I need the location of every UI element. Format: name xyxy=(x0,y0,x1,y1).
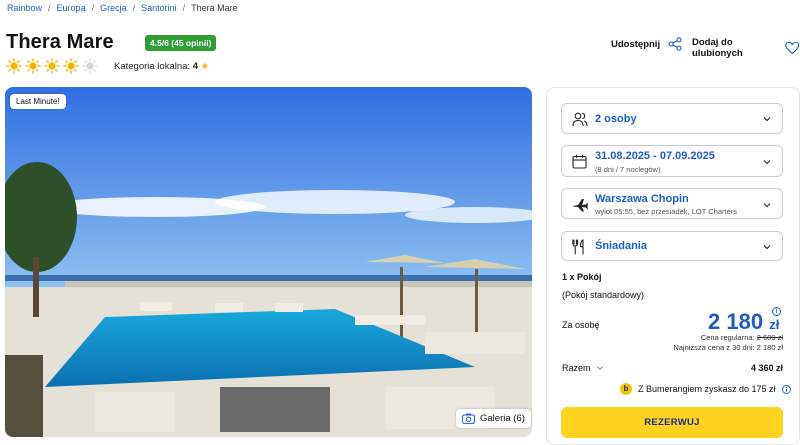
price-value: 2 180 xyxy=(708,309,764,334)
share-button[interactable]: Udostępnij xyxy=(611,37,682,51)
hotel-photo[interactable] xyxy=(5,87,532,437)
bumerang-text: Z Bumerangiem zyskasz do 175 zł xyxy=(638,384,776,394)
sun-icon xyxy=(6,58,22,74)
board-value: Śniadania xyxy=(595,240,647,252)
lowest-price-value: 2 180 zł xyxy=(756,343,783,352)
guests-select[interactable]: 2 osoby xyxy=(561,103,783,134)
dates-select[interactable]: 31.08.2025 - 07.09.2025 (8 dni / 7 nocle… xyxy=(561,145,783,177)
room-type: (Pokój standardowy) xyxy=(562,290,645,300)
airport-value: Warszawa Chopin xyxy=(595,193,689,205)
star-icon: ★ xyxy=(200,61,210,72)
breadcrumb-separator: / xyxy=(132,3,136,13)
room-count: 1 x Pokój xyxy=(562,272,602,282)
regular-price: Cena regularna: 2 680 zł xyxy=(701,333,783,342)
breadcrumb-separator: / xyxy=(91,3,95,13)
chevron-down-icon xyxy=(763,203,771,208)
gallery-label: Galeria (6) xyxy=(480,413,525,424)
total-toggle[interactable]: Razem xyxy=(562,363,604,373)
hotel-photo-illustration xyxy=(5,87,532,437)
breadcrumb-current: Thera Mare xyxy=(191,3,238,13)
lowest-price: Najniższa cena z 30 dni: 2 180 zł xyxy=(673,343,783,352)
favorite-label: Dodaj do ulubionych xyxy=(692,37,743,59)
favorite-button[interactable]: Dodaj do ulubionych xyxy=(692,37,800,59)
lowest-price-label: Najniższa cena z 30 dni: xyxy=(673,343,755,352)
gallery-button[interactable]: Galeria (6) xyxy=(456,409,531,428)
total-price: 4 360 zł xyxy=(750,363,783,373)
price-per-person: 2 180 zł xyxy=(708,309,779,335)
hotel-title: Thera Mare xyxy=(6,31,114,53)
breadcrumb: Rainbow / Europa / Grecja / Santorini / … xyxy=(7,3,238,13)
dates-value: 31.08.2025 - 07.09.2025 xyxy=(595,150,715,162)
calendar-icon xyxy=(572,154,587,169)
price-currency: zł xyxy=(769,317,780,332)
info-icon[interactable]: i xyxy=(772,307,781,316)
breadcrumb-separator: / xyxy=(182,3,186,13)
per-person-label: Za osobę xyxy=(562,320,600,330)
share-label: Udostępnij xyxy=(611,38,661,50)
people-icon xyxy=(572,112,588,127)
sun-icon xyxy=(63,58,79,74)
info-icon[interactable] xyxy=(781,384,791,394)
plane-icon xyxy=(573,199,588,212)
sun-icon xyxy=(44,58,60,74)
sun-empty-icon xyxy=(82,58,98,74)
regular-price-label: Cena regularna: xyxy=(700,333,755,342)
camera-icon xyxy=(462,413,475,424)
last-minute-badge: Last Minute! xyxy=(10,94,66,109)
chevron-down-icon xyxy=(763,117,771,122)
local-category-value: 4 xyxy=(192,61,198,72)
airport-select[interactable]: Warszawa Chopin wylot 05:55, bez przesia… xyxy=(561,188,783,219)
airport-subtext: wylot 05:55, bez przesiadek, LOT Charter… xyxy=(595,207,738,216)
bumerang-logo: b xyxy=(620,383,632,395)
rating-badge[interactable]: 4.5/6 (45 opinii) xyxy=(145,35,217,51)
chevron-down-icon xyxy=(763,160,771,165)
heart-icon xyxy=(785,41,800,55)
sun-icon xyxy=(25,58,41,74)
regular-price-value: 2 680 zł xyxy=(756,333,783,342)
sun-rating xyxy=(6,58,98,74)
book-button[interactable]: REZERWUJ xyxy=(561,407,783,438)
bumerang-info: b Z Bumerangiem zyskasz do 175 zł xyxy=(620,383,791,395)
cutlery-icon xyxy=(572,239,584,255)
breadcrumb-link-santorini[interactable]: Santorini xyxy=(141,3,177,13)
dates-subtext: (8 dni / 7 noclegów) xyxy=(595,165,661,174)
share-icon xyxy=(668,37,682,51)
board-select[interactable]: Śniadania xyxy=(561,231,783,261)
breadcrumb-link-rainbow[interactable]: Rainbow xyxy=(7,3,42,13)
breadcrumb-link-europa[interactable]: Europa xyxy=(57,3,86,13)
breadcrumb-separator: / xyxy=(48,3,51,13)
guests-value: 2 osoby xyxy=(595,113,637,125)
chevron-down-icon xyxy=(763,245,771,250)
chevron-down-icon xyxy=(596,366,603,370)
local-category-label: Kategoria lokalna: xyxy=(114,61,191,72)
total-label: Razem xyxy=(562,363,591,373)
breadcrumb-link-grecja[interactable]: Grecja xyxy=(100,3,127,13)
local-category: Kategoria lokalna: 4 ★ xyxy=(114,61,209,72)
